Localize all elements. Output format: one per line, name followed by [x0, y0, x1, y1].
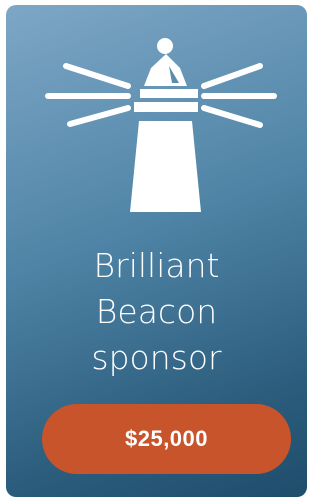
tier-title: Brilliant Beacon sponsor [6, 243, 307, 381]
sponsor-tier-card: Brilliant Beacon sponsor $25,000 [6, 5, 307, 497]
price-button[interactable]: $25,000 [42, 404, 291, 474]
tier-title-line-2: Beacon [95, 292, 218, 331]
price-label: $25,000 [124, 426, 209, 451]
tier-title-line-3: sponsor [91, 338, 222, 377]
lighthouse-icon [45, 38, 277, 212]
tier-title-line-1: Brilliant [93, 246, 220, 285]
